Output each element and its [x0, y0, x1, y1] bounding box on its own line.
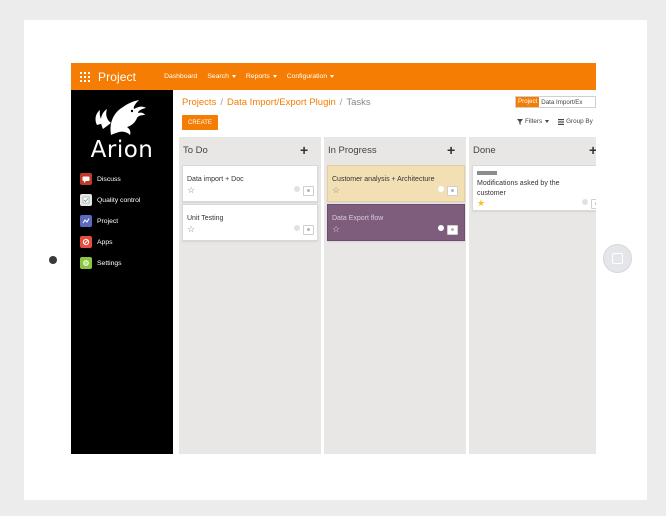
- apps-icon: [80, 236, 92, 248]
- kanban-column-todo: To Do + Data import + Doc ☆ Unit Testing…: [179, 137, 321, 454]
- kanban-column-done: Done + Modifications asked by the custom…: [469, 137, 596, 454]
- status-dot[interactable]: [294, 225, 300, 231]
- sidebar-item-label: Quality control: [97, 196, 141, 204]
- avatar: [303, 225, 314, 235]
- add-card-icon[interactable]: +: [589, 143, 596, 157]
- horse-logo-icon: [95, 100, 146, 135]
- avatar: [447, 225, 458, 235]
- avatar: [303, 186, 314, 196]
- kanban-card[interactable]: Unit Testing ☆: [182, 204, 318, 241]
- star-icon[interactable]: ☆: [332, 186, 340, 195]
- search-tools: Filters Group By: [517, 118, 596, 125]
- star-icon[interactable]: ★: [477, 199, 485, 208]
- card-title: Data import + Doc: [187, 176, 244, 183]
- kanban-column-in-progress: In Progress + Customer analysis + Archit…: [324, 137, 466, 454]
- nav-reports[interactable]: Reports: [246, 73, 277, 80]
- sidebar: Arion Discuss Quality control Project Ap…: [71, 90, 173, 454]
- status-dot[interactable]: [438, 186, 444, 192]
- card-title: Unit Testing: [187, 215, 224, 222]
- search-input[interactable]: Project Data Import/Ex: [515, 96, 596, 108]
- card-title: Customer analysis + Architecture: [332, 176, 435, 183]
- search-facet-value[interactable]: Data Import/Ex: [541, 99, 582, 106]
- sidebar-item-label: Apps: [97, 238, 113, 246]
- avatar: [447, 186, 458, 196]
- project-icon: [80, 215, 92, 227]
- create-button[interactable]: CREATE: [182, 115, 218, 130]
- nav-configuration[interactable]: Configuration: [287, 73, 335, 80]
- column-title: In Progress: [328, 145, 377, 156]
- chevron-down-icon: [272, 74, 277, 78]
- filters-button[interactable]: Filters: [517, 118, 550, 125]
- sidebar-item-label: Settings: [97, 259, 122, 267]
- column-title: To Do: [183, 145, 208, 156]
- nav-search[interactable]: Search: [207, 73, 236, 80]
- status-dot[interactable]: [438, 225, 444, 231]
- sidebar-item-apps[interactable]: Apps: [80, 235, 113, 249]
- sidebar-item-quality-control[interactable]: Quality control: [80, 193, 140, 207]
- top-nav: Dashboard Search Reports Configuration: [164, 73, 344, 80]
- breadcrumb-separator: /: [220, 97, 223, 108]
- chevron-down-icon: [545, 120, 550, 123]
- status-dot[interactable]: [582, 199, 588, 205]
- quality-control-icon: [80, 194, 92, 206]
- discuss-icon: [80, 173, 92, 185]
- breadcrumb: Projects / Data Import/Export Plugin / Tasks: [182, 97, 371, 108]
- logo-text: Arion: [90, 137, 154, 163]
- card-title: Modifications asked by the customer: [477, 180, 560, 197]
- home-square-icon: [612, 253, 623, 264]
- kanban-card[interactable]: Modifications asked by the customer ★: [472, 165, 596, 211]
- filter-icon: [517, 118, 523, 125]
- settings-icon: [80, 257, 92, 269]
- card-title: Data Export flow: [332, 215, 384, 222]
- nav-dashboard[interactable]: Dashboard: [164, 73, 197, 80]
- group-by-button[interactable]: Group By: [558, 118, 593, 125]
- star-icon[interactable]: ☆: [187, 225, 195, 234]
- chevron-down-icon: [330, 74, 335, 78]
- star-icon[interactable]: ☆: [332, 225, 340, 234]
- breadcrumb-projects[interactable]: Projects: [182, 97, 216, 108]
- sidebar-item-label: Project: [97, 217, 119, 225]
- breadcrumb-separator: /: [339, 97, 343, 108]
- sidebar-item-project[interactable]: Project: [80, 214, 118, 228]
- breadcrumb-current: Tasks: [346, 97, 371, 108]
- camera-dot: [49, 256, 57, 264]
- breadcrumb-project[interactable]: Data Import/Export Plugin: [227, 97, 336, 108]
- list-icon: [558, 118, 565, 125]
- add-card-icon[interactable]: +: [447, 143, 455, 157]
- kanban-card[interactable]: Customer analysis + Architecture ☆: [327, 165, 465, 202]
- search-facet-label: Project: [516, 97, 540, 107]
- kanban-card[interactable]: Data Export flow ☆: [327, 204, 465, 241]
- home-button[interactable]: [603, 244, 632, 273]
- card-tag: [477, 171, 497, 175]
- top-bar: Project Dashboard Search Reports Configu…: [71, 63, 596, 90]
- kanban-board: To Do + Data import + Doc ☆ Unit Testing…: [177, 137, 596, 454]
- sidebar-item-discuss[interactable]: Discuss: [80, 172, 121, 186]
- chevron-down-icon: [231, 74, 236, 78]
- arion-logo: Arion: [83, 99, 161, 163]
- app-screen: Project Dashboard Search Reports Configu…: [71, 63, 596, 454]
- sidebar-item-settings[interactable]: Settings: [80, 256, 122, 270]
- status-dot[interactable]: [294, 186, 300, 192]
- add-card-icon[interactable]: +: [300, 143, 308, 157]
- kanban-card[interactable]: Data import + Doc ☆: [182, 165, 318, 202]
- sidebar-item-label: Discuss: [97, 175, 121, 183]
- column-title: Done: [473, 145, 496, 156]
- app-title: Project: [98, 69, 137, 84]
- app-switcher-icon[interactable]: [80, 71, 90, 82]
- star-icon[interactable]: ☆: [187, 186, 195, 195]
- avatar: [591, 199, 596, 209]
